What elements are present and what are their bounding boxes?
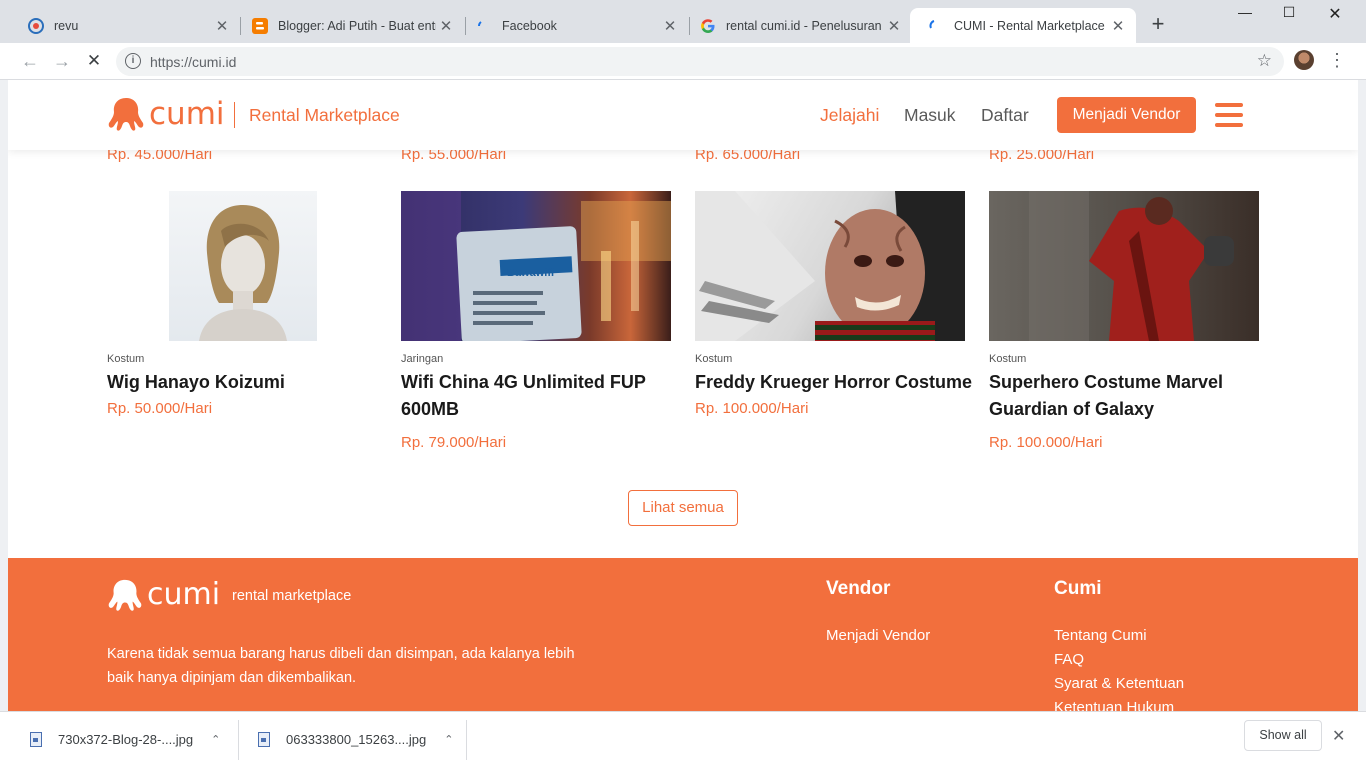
product-category: Jaringan <box>401 353 444 365</box>
new-tab-button[interactable]: + <box>1148 13 1168 35</box>
download-bar: 730x372-Blog-28-....jpg ⌃ 063333800_1526… <box>0 711 1366 768</box>
product-price: Rp. 100.000/Hari <box>695 400 809 417</box>
download-item[interactable]: 730x372-Blog-28-....jpg ⌃ <box>30 724 220 754</box>
window-edge-right <box>1358 80 1366 711</box>
footer-cumi-heading: Cumi <box>1054 578 1102 599</box>
product-image-wig[interactable] <box>169 191 317 341</box>
close-icon[interactable]: ✕ <box>660 17 680 35</box>
wig-photo <box>199 205 287 341</box>
product-name[interactable]: Wifi China 4G Unlimited FUP 600MB <box>401 369 671 423</box>
footer-link-terms[interactable]: Syarat & Ketentuan <box>1054 675 1184 692</box>
product-name[interactable]: Superhero Costume Marvel Guardian of Gal… <box>989 369 1251 423</box>
download-separator <box>466 720 467 760</box>
revu-favicon-icon <box>28 17 44 34</box>
close-icon[interactable]: ✕ <box>436 17 456 35</box>
site-tagline: Rental Marketplace <box>249 105 400 125</box>
browser-tab-strip: revu ✕ Blogger: Adi Putih - Buat entri ✕… <box>0 0 1366 43</box>
stop-loading-icon[interactable]: ✕ <box>83 51 105 73</box>
become-vendor-button[interactable]: Menjadi Vendor <box>1057 97 1196 133</box>
octopus-logo-icon <box>108 98 144 131</box>
wifi-photo-text: Bawawifi <box>507 267 555 279</box>
footer-tagline: rental marketplace <box>232 588 352 604</box>
product-name[interactable]: Freddy Krueger Horror Costume <box>695 369 975 396</box>
address-bar[interactable]: i https://cumi.id ☆ <box>116 47 1284 76</box>
hamburger-menu-icon[interactable] <box>1215 103 1243 127</box>
nav-explore-link[interactable]: Jelajahi <box>820 105 879 126</box>
footer-description: Karena tidak semua barang harus dibeli d… <box>107 646 575 686</box>
tab-facebook[interactable]: Facebook ✕ <box>458 8 688 43</box>
maximize-icon[interactable]: ☐ <box>1266 4 1312 26</box>
product-image-superhero[interactable] <box>989 191 1259 341</box>
chevron-up-icon[interactable]: ⌃ <box>444 733 453 746</box>
close-icon[interactable]: ✕ <box>1332 726 1345 746</box>
product-category: Kostum <box>989 353 1027 365</box>
close-icon[interactable]: ✕ <box>1108 17 1128 35</box>
profile-avatar[interactable] <box>1294 50 1314 70</box>
tab-google-search[interactable]: rental cumi.id - Penelusuran G ✕ <box>682 8 912 43</box>
close-icon[interactable]: ✕ <box>212 17 232 35</box>
superhero-photo <box>1029 191 1234 341</box>
image-file-icon <box>258 731 270 747</box>
site-header: cumi Rental Marketplace Jelajahi Masuk D… <box>8 80 1358 150</box>
header-divider <box>234 102 235 128</box>
tab-title: Blogger: Adi Putih - Buat entri <box>278 18 436 33</box>
close-icon[interactable]: ✕ <box>884 17 904 35</box>
url-text[interactable]: https://cumi.id <box>150 54 236 70</box>
loading-spinner-icon <box>478 20 482 26</box>
download-item[interactable]: 063333800_15263....jpg ⌃ <box>258 724 453 754</box>
minimize-icon[interactable]: — <box>1222 4 1268 26</box>
freddy-photo <box>695 191 965 341</box>
see-all-button[interactable]: Lihat semua <box>628 490 738 526</box>
footer-link-faq[interactable]: FAQ <box>1054 651 1084 668</box>
site-logo[interactable]: cumi <box>107 96 225 132</box>
show-all-downloads-button[interactable]: Show all <box>1244 720 1322 751</box>
browser-toolbar: ← → ✕ i https://cumi.id ☆ <box>0 43 1366 80</box>
info-icon[interactable]: i <box>125 53 141 69</box>
chevron-up-icon[interactable]: ⌃ <box>211 733 220 746</box>
tab-title: CUMI - Rental Marketplace <box>954 18 1105 33</box>
tab-title: revu <box>54 18 79 33</box>
tab-revu[interactable]: revu ✕ <box>10 8 240 43</box>
logo-wordmark: cumi <box>149 96 225 132</box>
product-name[interactable]: Wig Hanayo Koizumi <box>107 369 367 396</box>
browser-menu-icon[interactable]: ⋮ <box>1328 49 1346 71</box>
footer-link-legal[interactable]: Ketentuan Hukum <box>1054 699 1174 711</box>
loading-spinner-icon <box>929 19 935 28</box>
forward-arrow-icon[interactable]: → <box>51 51 73 73</box>
product-category: Kostum <box>107 353 145 365</box>
footer-link-about[interactable]: Tentang Cumi <box>1054 627 1147 644</box>
blogger-favicon-icon <box>252 17 268 34</box>
footer-logo[interactable]: cumi <box>107 577 220 612</box>
tab-title: rental cumi.id - Penelusuran G <box>726 18 884 33</box>
footer-vendor-heading: Vendor <box>826 578 891 599</box>
wifi-photo <box>401 191 671 341</box>
back-arrow-icon[interactable]: ← <box>19 51 41 73</box>
window-close-icon[interactable]: ✕ <box>1312 4 1358 26</box>
download-separator <box>238 720 239 760</box>
product-category: Kostum <box>695 353 733 365</box>
product-image-freddy[interactable] <box>695 191 965 341</box>
product-price: Rp. 50.000/Hari <box>107 400 213 417</box>
product-price: Rp. 79.000/Hari <box>401 434 507 451</box>
window-edge-left <box>0 80 8 711</box>
bookmark-star-icon[interactable]: ☆ <box>1257 51 1272 71</box>
product-price: Rp. 100.000/Hari <box>989 434 1103 451</box>
tab-title: Facebook <box>502 18 557 33</box>
product-image-wifi[interactable]: Bawawifi <box>401 191 671 341</box>
footer-logo-wordmark: cumi <box>147 577 221 612</box>
footer-link-become-vendor[interactable]: Menjadi Vendor <box>826 627 930 644</box>
page-viewport: cumi Rental Marketplace Jelajahi Masuk D… <box>8 80 1358 711</box>
download-filename: 730x372-Blog-28-....jpg <box>58 731 194 747</box>
image-file-icon <box>30 731 42 747</box>
download-filename: 063333800_15263....jpg <box>286 731 427 747</box>
google-icon <box>701 18 715 33</box>
nav-login-link[interactable]: Masuk <box>904 105 956 126</box>
nav-register-link[interactable]: Daftar <box>981 105 1029 126</box>
octopus-logo-icon <box>108 579 142 611</box>
tab-blogger[interactable]: Blogger: Adi Putih - Buat entri ✕ <box>234 8 464 43</box>
site-footer: cumi rental marketplace Karena tidak sem… <box>8 558 1358 711</box>
tab-cumi-active[interactable]: CUMI - Rental Marketplace ✕ <box>910 8 1136 43</box>
